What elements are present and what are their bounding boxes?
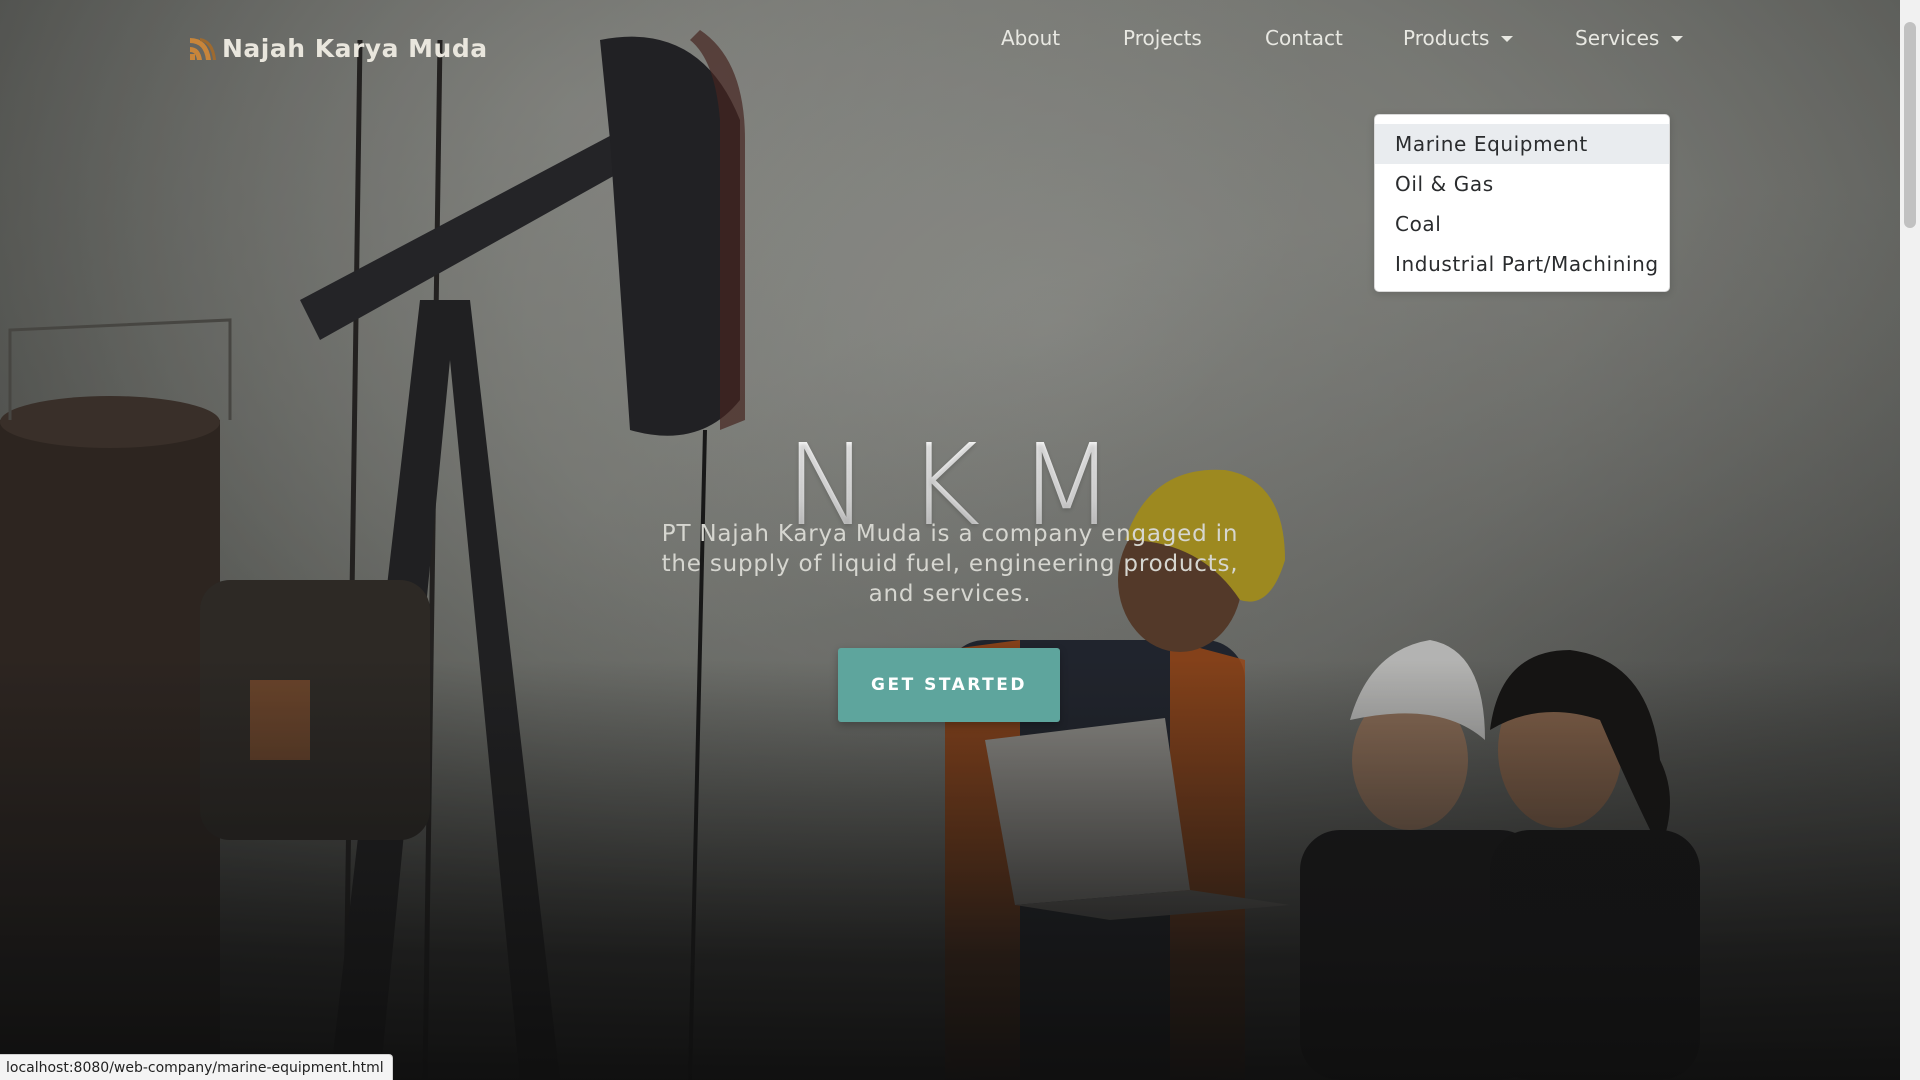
chevron-down-icon — [1671, 36, 1684, 42]
chevron-down-icon — [1501, 36, 1514, 42]
browser-viewport: Najah Karya Muda About Projects Contact … — [0, 0, 1920, 1080]
nav-services-dropdown-toggle[interactable]: Services — [1575, 26, 1684, 50]
nav-services-label: Services — [1575, 26, 1660, 50]
link-status-bar: localhost:8080/web-company/marine-equipm… — [0, 1054, 393, 1080]
vertical-scrollbar[interactable] — [1900, 0, 1920, 1080]
nav-contact-link[interactable]: Contact — [1265, 26, 1343, 50]
scrollbar-thumb[interactable] — [1904, 22, 1916, 228]
nav-projects-label: Projects — [1123, 26, 1202, 50]
brand-logo-icon — [190, 37, 216, 60]
hero-subtitle: PT Najah Karya Muda is a company engaged… — [661, 521, 1239, 607]
brand-name: Najah Karya Muda — [222, 34, 488, 63]
nav-products-dropdown-toggle[interactable]: Products — [1403, 26, 1514, 50]
dropdown-item-marine-equipment[interactable]: Marine Equipment — [1375, 124, 1669, 164]
nav-about-label: About — [1001, 26, 1061, 50]
nav-contact-label: Contact — [1265, 26, 1343, 50]
services-dropdown-menu: Marine Equipment Oil & Gas Coal Industri… — [1374, 114, 1670, 292]
dropdown-item-oil-gas[interactable]: Oil & Gas — [1375, 164, 1669, 204]
nav-about-link[interactable]: About — [1001, 26, 1060, 50]
brand-link[interactable]: Najah Karya Muda — [190, 34, 488, 63]
top-navbar: Najah Karya Muda About Projects Contact … — [0, 0, 1900, 108]
get-started-button[interactable]: GET STARTED — [838, 648, 1060, 722]
nav-products-label: Products — [1403, 26, 1490, 50]
dropdown-item-industrial-part[interactable]: Industrial Part/Machining — [1375, 244, 1669, 284]
nav-projects-link[interactable]: Projects — [1123, 26, 1202, 50]
dropdown-item-coal[interactable]: Coal — [1375, 204, 1669, 244]
